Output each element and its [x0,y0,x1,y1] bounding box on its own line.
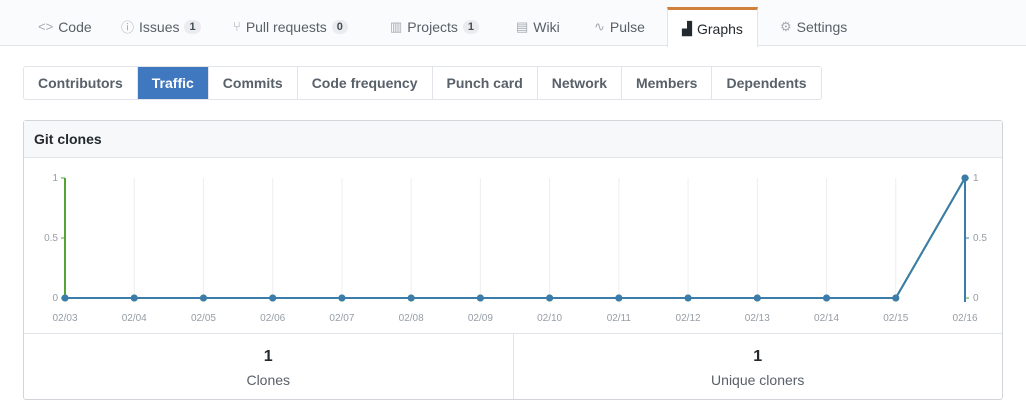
data-point [753,294,761,302]
subtab-traffic[interactable]: Traffic [136,67,208,99]
tab-pull-requests[interactable]: ⑂ Pull requests 0 [219,7,362,46]
issue-icon: ⓘ [121,20,135,35]
x-tick-label: 02/08 [399,313,424,324]
tab-label: Wiki [533,18,560,35]
stat-label: Unique cloners [711,372,805,388]
tab-code[interactable]: <> Code [24,7,106,46]
data-point [892,294,900,302]
right-y-tick-label: 1 [973,173,979,184]
project-icon: ▥ [390,18,403,34]
clones-chart: 02/03 02/04 02/05 02/06 02/07 02/08 02/09 02/10… [44,173,987,324]
x-tick-label: 02/12 [676,313,701,324]
x-tick-label: 02/15 [883,313,908,324]
subtab-commits[interactable]: Commits [207,67,297,99]
stat-value: 1 [753,348,763,365]
x-tick-label: 02/10 [537,313,562,324]
data-point [407,294,415,302]
tab-label: Settings [796,18,848,35]
tab-label: Issues [139,18,180,35]
x-tick-label: 02/07 [329,313,354,324]
tab-issues[interactable]: ⓘ Issues 1 [107,7,215,46]
data-point [823,294,831,302]
data-point [961,174,969,182]
data-point [61,294,69,302]
x-tick-label: 02/14 [814,313,839,324]
subtab-code-frequency[interactable]: Code frequency [296,67,432,99]
stat-unique-cloners: 1 Unique cloners [512,334,1003,399]
tab-settings[interactable]: ⚙ Settings [766,7,861,46]
tab-label: Graphs [697,20,743,37]
tab-projects[interactable]: ▥ Projects 1 [376,7,493,46]
tab-pulse[interactable]: ∿ Pulse [580,7,659,46]
data-point [338,294,346,302]
x-tick-label: 02/16 [952,313,977,324]
gear-icon: ⚙ [780,18,792,34]
tab-label: Projects [407,18,458,35]
data-point [269,294,277,302]
git-clones-panel: Git clones 02/03 02/04 02/05 02/06 02/07 02/0… [23,120,1003,400]
left-y-tick-label: 0.5 [44,233,58,244]
stat-label: Clones [246,372,291,388]
stat-value: 1 [263,348,273,365]
tab-wiki[interactable]: ▤ Wiki [502,7,574,46]
x-tick-label: 02/04 [122,313,147,324]
data-point [130,294,138,302]
right-y-tick-label: 0 [973,293,979,304]
subtab-punch-card[interactable]: Punch card [431,67,537,99]
series-line-clones [65,177,966,299]
x-tick-label: 02/11 [607,313,632,324]
repo-nav: <> Code ⓘ Issues 1 ⑂ Pull requests 0 ▥ Projects 1 ▤… [0,0,1026,47]
tab-graphs[interactable]: ▟ Graphs [667,7,758,47]
tab-count: 1 [462,19,479,34]
panel-title: Git clones [24,121,1002,158]
stat-clones: 1 Clones [24,334,513,399]
pull-request-icon: ⑂ [233,19,241,34]
tab-count: 0 [331,19,348,34]
x-tick-label: 02/05 [191,313,216,324]
code-icon: <> [38,19,54,34]
subtab-contributors[interactable]: Contributors [24,67,137,99]
x-tick-label: 02/06 [260,313,285,324]
x-tick-label: 02/13 [745,313,770,324]
tab-count: 1 [184,19,201,34]
left-y-tick-label: 1 [52,173,58,184]
graphs-subnav: Contributors Traffic Commits Code frequency… [23,66,822,100]
x-tick-label: 02/09 [468,313,493,324]
x-tick-label: 02/03 [52,313,77,324]
left-y-tick-label: 0 [52,293,58,304]
book-icon: ▤ [516,18,529,34]
data-point [476,294,484,302]
data-point [546,294,554,302]
right-y-tick-label: 0.5 [973,233,987,244]
series-line-unique-cloners [65,177,966,299]
pulse-icon: ∿ [594,18,605,34]
data-point [684,294,692,302]
subtab-network[interactable]: Network [536,67,621,99]
data-point [615,294,623,302]
graph-icon: ▟ [682,20,692,36]
subtab-members[interactable]: Members [620,67,711,99]
tab-label: Code [58,18,92,35]
data-point [199,294,207,302]
tab-label: Pulse [609,18,645,35]
subtab-dependents[interactable]: Dependents [711,67,820,99]
tab-label: Pull requests [245,18,327,35]
